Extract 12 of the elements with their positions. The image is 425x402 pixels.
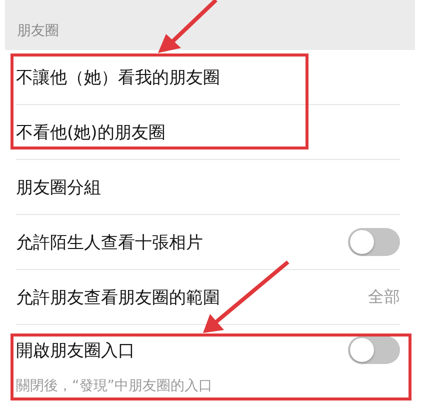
annotation-arrow [158, 0, 218, 53]
setting-label[interactable]: 開啟朋友圈入口 [16, 338, 135, 362]
toggle-switch[interactable] [348, 228, 400, 256]
setting-label[interactable]: 不看他(她)的朋友圈 [16, 120, 166, 144]
toggle-switch[interactable] [348, 336, 400, 364]
setting-label[interactable]: 允許朋友查看朋友圈的範圍 [16, 286, 220, 308]
section-title: 朋友圈 [17, 22, 59, 40]
setting-label[interactable]: 朋友圈分組 [16, 176, 101, 198]
setting-value: 全部 [368, 286, 400, 308]
setting-label[interactable]: 不讓他（她）看我的朋友圈 [16, 66, 220, 88]
setting-label[interactable]: 允許陌生人查看十張相片 [16, 230, 203, 254]
footer-note: 關閉後，“發現”中朋友圈的入口 [16, 377, 214, 395]
